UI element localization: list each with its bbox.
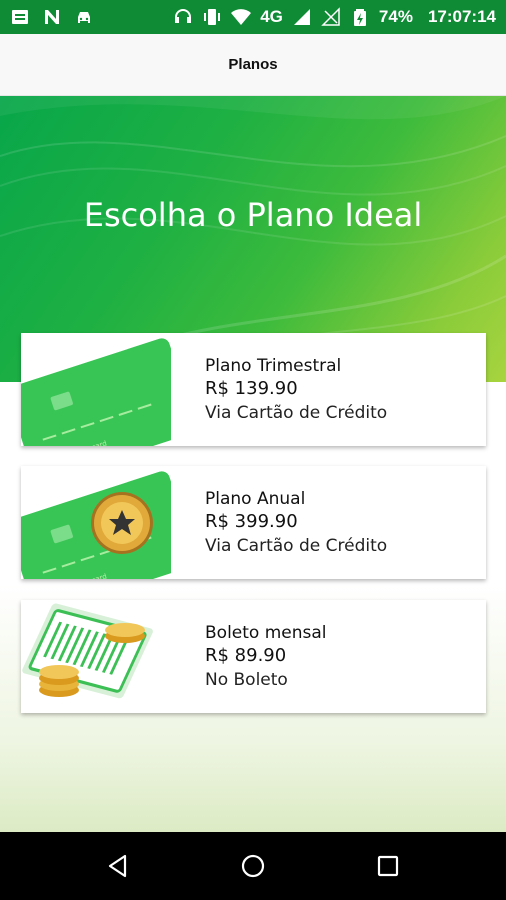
battery-icon — [350, 7, 370, 27]
plan-price: R$ 89.90 — [205, 645, 287, 666]
page-title: Planos — [228, 56, 278, 73]
gold-medal-icon — [91, 492, 153, 554]
credit-card-medal-image: credit card — [21, 466, 171, 579]
payment-method: Via Cartão de Crédito — [205, 403, 388, 423]
payment-method: Via Cartão de Crédito — [205, 536, 388, 556]
plan-name: Boleto mensal — [205, 623, 327, 643]
status-right-icons: 4G 74% 17:07:14 — [173, 7, 496, 27]
plan-name: Plano Trimestral — [205, 356, 342, 376]
home-icon — [241, 854, 265, 878]
n-app-icon — [42, 7, 62, 27]
back-button[interactable] — [98, 846, 138, 886]
headset-icon — [173, 7, 193, 27]
vibrate-icon — [202, 7, 222, 27]
clock: 17:07:14 — [427, 7, 496, 26]
back-icon — [108, 854, 126, 878]
plan-price: R$ 399.90 — [205, 511, 298, 532]
notification-icon — [10, 7, 30, 27]
plan-card-trimestral[interactable]: credit card Plano Trimestral R$ 139.90 V… — [21, 333, 486, 446]
status-bar: 4G 74% 17:07:14 — [0, 0, 506, 34]
plan-name: Plano Anual — [205, 489, 306, 509]
navigation-bar — [0, 832, 506, 900]
network-type: 4G — [260, 7, 283, 26]
plan-info: Plano Anual R$ 399.90 Via Cartão de Créd… — [205, 488, 387, 558]
plan-info: Plano Trimestral R$ 139.90 Via Cartão de… — [205, 355, 387, 425]
no-signal-icon — [321, 7, 341, 27]
plan-price: R$ 139.90 — [205, 378, 298, 399]
car-icon — [74, 7, 94, 27]
home-button[interactable] — [233, 846, 273, 886]
hero-title: Escolha o Plano Ideal — [83, 196, 423, 234]
plan-info: Boleto mensal R$ 89.90 No Boleto — [205, 622, 327, 692]
plan-card-anual[interactable]: credit card Plano Anual R$ 399.90 Via Ca… — [21, 466, 486, 579]
boleto-coins-image — [21, 600, 171, 713]
credit-card-image: credit card — [21, 333, 171, 446]
signal-icon — [292, 7, 312, 27]
wifi-icon — [231, 7, 252, 27]
battery-percent: 74% — [378, 7, 413, 26]
recents-icon — [378, 855, 399, 877]
recents-button[interactable] — [368, 846, 408, 886]
status-left-icons — [10, 7, 94, 27]
plan-card-boleto[interactable]: Boleto mensal R$ 89.90 No Boleto — [21, 600, 486, 713]
payment-method: No Boleto — [205, 670, 288, 690]
toolbar: Planos — [0, 34, 506, 96]
